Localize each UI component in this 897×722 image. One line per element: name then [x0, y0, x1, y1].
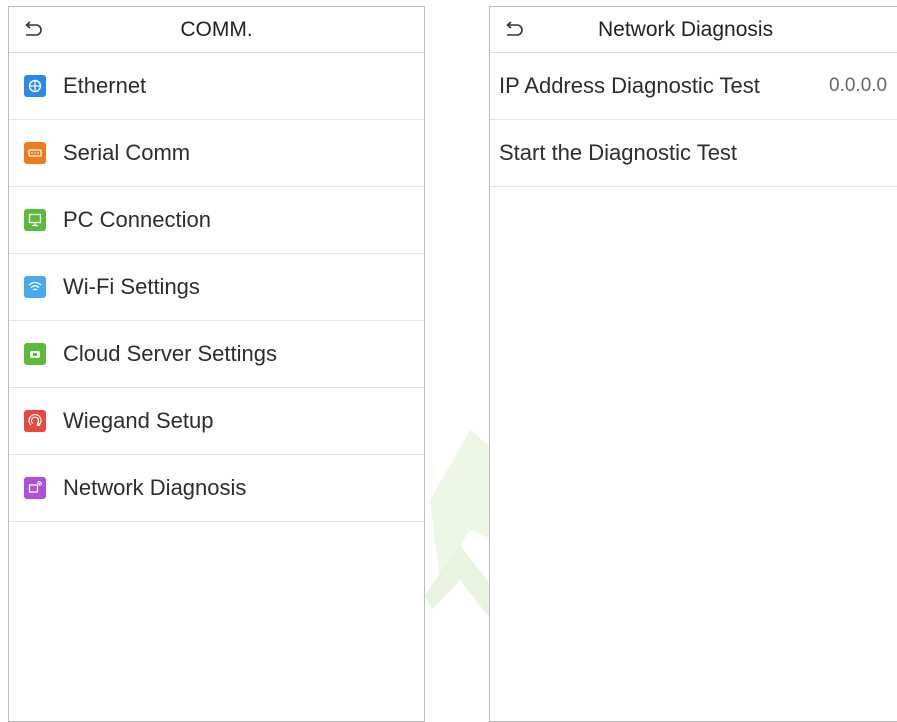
menu-item-wiegand-setup[interactable]: Wiegand Setup: [9, 388, 424, 455]
menu-item-label: Network Diagnosis: [63, 475, 247, 500]
cloud-server-icon: [24, 343, 46, 365]
menu-item-ethernet[interactable]: Ethernet: [9, 53, 424, 120]
menu-item-network-diagnosis[interactable]: Network Diagnosis: [9, 455, 424, 522]
ip-address-value: 0.0.0.0: [829, 75, 888, 96]
menu-item-pc-connection[interactable]: PC Connection: [9, 187, 424, 254]
wiegand-icon: [24, 410, 46, 432]
menu-item-label: Serial Comm: [63, 140, 191, 165]
page-title: COMM.: [180, 17, 253, 41]
pc-connection-icon: [24, 209, 46, 231]
menu-item-wifi-settings[interactable]: Wi-Fi Settings: [9, 254, 424, 321]
setting-label: Start the Diagnostic Test: [499, 140, 738, 165]
menu-item-label: Ethernet: [63, 73, 147, 98]
start-diagnostic-test-item[interactable]: Start the Diagnostic Test: [490, 120, 897, 187]
menu-item-label: Cloud Server Settings: [63, 341, 277, 366]
setting-label: IP Address Diagnostic Test: [499, 73, 760, 98]
menu-item-label: PC Connection: [63, 207, 211, 232]
network-diagnosis-screen: Network Diagnosis IP Address Diagnostic …: [489, 6, 897, 722]
page-title: Network Diagnosis: [598, 17, 774, 41]
ip-address-diagnostic-test-item[interactable]: IP Address Diagnostic Test 0.0.0.0: [490, 53, 897, 120]
titlebar: Network Diagnosis: [490, 7, 897, 53]
ethernet-icon: [24, 75, 46, 97]
back-icon[interactable]: [502, 19, 524, 41]
menu-item-label: Wi-Fi Settings: [63, 274, 200, 299]
network-diagnosis-icon: [24, 477, 46, 499]
wifi-icon: [24, 276, 46, 298]
back-icon[interactable]: [21, 19, 43, 41]
serial-comm-icon: [24, 142, 46, 164]
titlebar: COMM.: [9, 7, 424, 53]
comm-menu-screen: COMM. Ethernet Serial Comm PC Connection…: [8, 6, 425, 722]
menu-item-label: Wiegand Setup: [63, 408, 214, 433]
menu-item-serial-comm[interactable]: Serial Comm: [9, 120, 424, 187]
menu-item-cloud-server-settings[interactable]: Cloud Server Settings: [9, 321, 424, 388]
